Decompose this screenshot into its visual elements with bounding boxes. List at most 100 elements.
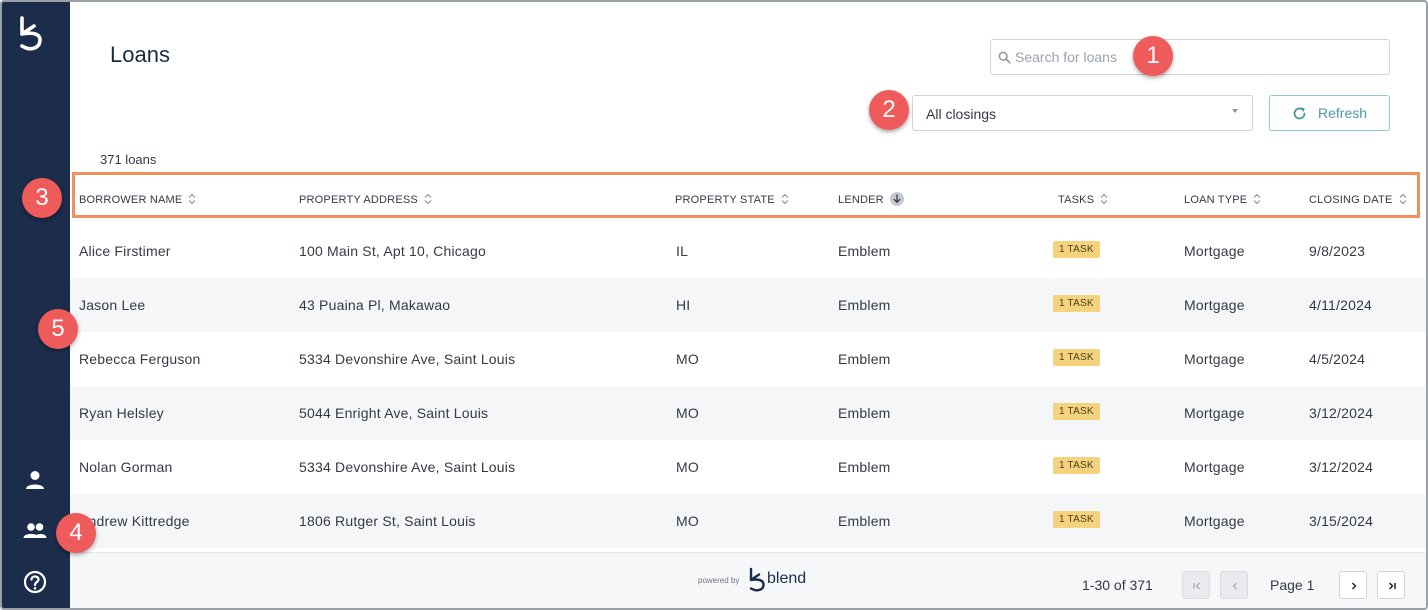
- property-address-cell: 5334 Devonshire Ave, Saint Louis: [299, 459, 516, 475]
- blend-logo-icon[interactable]: [18, 16, 44, 52]
- sort-updown-icon: [189, 193, 196, 205]
- page-title: Loans: [110, 42, 170, 67]
- sort-updown-icon: [424, 193, 432, 205]
- refresh-button[interactable]: Refresh: [1269, 95, 1390, 131]
- property-address-cell: 5334 Devonshire Ave, Saint Louis: [299, 351, 516, 367]
- task-badge: 1 TASK: [1053, 349, 1100, 366]
- borrower-name-cell: Jason Lee: [79, 297, 146, 313]
- borrower-name-cell: Ryan Helsley: [79, 405, 164, 421]
- column-header-label: PROPERTY STATE: [675, 194, 775, 206]
- table-header-row: BORROWER NAME PROPERTY ADDRESS PROPERTY …: [72, 172, 1420, 218]
- column-header-borrower-name[interactable]: BORROWER NAME: [79, 193, 196, 206]
- sort-updown-icon: [781, 193, 789, 205]
- property-state-cell: MO: [676, 513, 699, 529]
- borrower-name-cell: Alice Firstimer: [79, 243, 171, 259]
- sort-updown-icon: [1253, 193, 1261, 205]
- column-header-label: BORROWER NAME: [79, 194, 183, 206]
- closing-date-cell: 3/12/2024: [1309, 405, 1374, 421]
- refresh-icon: [1293, 107, 1306, 120]
- chevron-down-icon: [1232, 109, 1238, 113]
- first-page-button[interactable]: [1182, 571, 1210, 599]
- property-address-cell: 5044 Enright Ave, Saint Louis: [299, 405, 489, 421]
- loan-type-cell: Mortgage: [1184, 351, 1245, 367]
- column-header-closing-date[interactable]: CLOSING DATE: [1309, 193, 1407, 206]
- loan-type-cell: Mortgage: [1184, 459, 1245, 475]
- property-state-cell: HI: [676, 297, 691, 313]
- chevron-right-icon: [1351, 582, 1357, 590]
- last-page-button[interactable]: [1377, 571, 1405, 599]
- next-page-button[interactable]: [1339, 571, 1367, 599]
- blend-brand-text: blend: [767, 570, 807, 587]
- property-address-cell: 100 Main St, Apt 10, Chicago: [299, 243, 486, 259]
- powered-by-label: powered by: [698, 576, 740, 585]
- filter-selected-value: All closings: [926, 106, 997, 122]
- person-icon[interactable]: [22, 467, 48, 493]
- task-badge: 1 TASK: [1053, 403, 1100, 420]
- task-badge: 1 TASK: [1053, 457, 1100, 474]
- callout-badge: 1: [1133, 36, 1173, 76]
- closing-date-cell: 4/5/2024: [1309, 351, 1366, 367]
- column-header-loan-type[interactable]: LOAN TYPE: [1184, 193, 1261, 206]
- lender-cell: Emblem: [838, 297, 891, 313]
- property-state-cell: MO: [676, 351, 699, 367]
- column-header-label: TASKS: [1058, 194, 1095, 206]
- blend-logo-icon: [749, 567, 765, 592]
- table-row[interactable]: Alice Firstimer 100 Main St, Apt 10, Chi…: [70, 224, 1426, 278]
- table-row[interactable]: Jason Lee 43 Puaina Pl, Makawao HI Emble…: [70, 278, 1426, 332]
- loan-type-cell: Mortgage: [1184, 243, 1245, 259]
- closing-date-cell: 4/11/2024: [1309, 297, 1373, 313]
- column-header-tasks[interactable]: TASKS: [1058, 193, 1108, 206]
- closing-date-cell: 3/12/2024: [1309, 459, 1374, 475]
- loan-count: 371 loans: [100, 152, 157, 167]
- closing-date-cell: 9/8/2023: [1309, 243, 1366, 259]
- column-header-property-address[interactable]: PROPERTY ADDRESS: [299, 193, 432, 206]
- column-header-label: PROPERTY ADDRESS: [299, 194, 418, 206]
- lender-cell: Emblem: [838, 513, 891, 529]
- closing-date-cell: 3/15/2024: [1309, 513, 1374, 529]
- app-window: Loans All closings Refresh 371 loans BOR…: [0, 0, 1428, 610]
- borrower-name-cell: Rebecca Ferguson: [79, 351, 201, 367]
- property-address-cell: 43 Puaina Pl, Makawao: [299, 297, 451, 313]
- loan-type-cell: Mortgage: [1184, 513, 1245, 529]
- lender-cell: Emblem: [838, 405, 891, 421]
- people-icon[interactable]: [22, 518, 48, 544]
- property-state-cell: MO: [676, 405, 699, 421]
- previous-page-button[interactable]: [1220, 571, 1248, 599]
- lender-cell: Emblem: [838, 243, 891, 259]
- search-box[interactable]: [990, 39, 1390, 75]
- refresh-label: Refresh: [1318, 105, 1368, 121]
- column-header-lender[interactable]: LENDER: [838, 192, 904, 207]
- property-state-cell: MO: [676, 459, 699, 475]
- lender-cell: Emblem: [838, 351, 891, 367]
- task-badge: 1 TASK: [1053, 241, 1100, 258]
- property-address-cell: 1806 Rutger St, Saint Louis: [299, 513, 476, 529]
- help-icon[interactable]: [22, 569, 48, 595]
- search-icon: [998, 51, 1011, 64]
- column-header-label: LOAN TYPE: [1184, 194, 1248, 206]
- current-page-label: Page 1: [1270, 577, 1315, 593]
- table-row[interactable]: Rebecca Ferguson 5334 Devonshire Ave, Sa…: [70, 332, 1426, 386]
- sort-updown-icon: [1399, 193, 1406, 205]
- table-row[interactable]: Nolan Gorman 5334 Devonshire Ave, Saint …: [70, 440, 1426, 494]
- task-badge: 1 TASK: [1053, 295, 1100, 312]
- loan-type-cell: Mortgage: [1184, 405, 1245, 421]
- loans-table-body: Alice Firstimer 100 Main St, Apt 10, Chi…: [70, 224, 1426, 548]
- column-header-property-state[interactable]: PROPERTY STATE: [675, 193, 789, 206]
- callout-badge: 4: [56, 513, 96, 553]
- table-row[interactable]: Andrew Kittredge 1806 Rutger St, Saint L…: [70, 494, 1426, 548]
- callout-badge: 3: [22, 178, 62, 218]
- column-header-label: CLOSING DATE: [1309, 194, 1393, 206]
- closings-filter-select[interactable]: All closings: [912, 95, 1253, 131]
- property-state-cell: IL: [676, 243, 689, 259]
- borrower-name-cell: Nolan Gorman: [79, 459, 173, 475]
- sort-updown-icon: [1100, 193, 1108, 205]
- loan-type-cell: Mortgage: [1184, 297, 1245, 313]
- table-footer: powered by blend 1-30 of 371 Page 1: [70, 552, 1426, 608]
- task-badge: 1 TASK: [1053, 511, 1100, 528]
- column-header-label: LENDER: [838, 194, 884, 206]
- callout-badge: 5: [38, 309, 78, 349]
- chevron-left-icon: [1232, 582, 1237, 590]
- sidebar: [2, 2, 70, 608]
- search-input[interactable]: [1015, 40, 1375, 74]
- table-row[interactable]: Ryan Helsley 5044 Enright Ave, Saint Lou…: [70, 386, 1426, 440]
